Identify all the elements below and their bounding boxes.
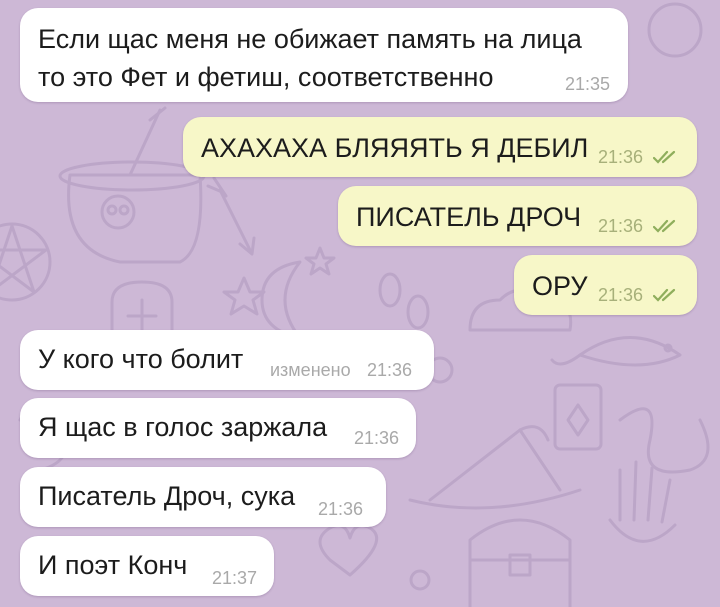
chat-view[interactable]: Если щас меня не обижает память на лица …	[0, 0, 720, 607]
message-bubble-outgoing[interactable]: ПИСАТЕЛЬ ДРОЧ 21:36	[338, 186, 697, 246]
message-text-line-1: Если щас меня не обижает память на лица	[38, 24, 582, 54]
message-bubble-incoming[interactable]: Я щас в голос заржала 21:36	[20, 398, 416, 458]
message-text: ПИСАТЕЛЬ ДРОЧ	[356, 202, 582, 232]
message-bubble-incoming[interactable]: И поэт Конч 21:37	[20, 536, 274, 596]
edited-label: изменено	[270, 360, 351, 380]
message-bubble-outgoing[interactable]: АХАХАХА БЛЯЯЯТЬ Я ДЕБИЛ 21:36	[183, 117, 697, 177]
message-text: И поэт Конч	[38, 550, 188, 580]
message-text-line-2: то это Фет и фетиш, соответственно	[38, 62, 494, 92]
message-text: У кого что болит	[38, 344, 244, 374]
message-time: 21:36	[598, 216, 644, 236]
message-time: 21:36	[318, 499, 364, 519]
message-time: 21:36	[367, 360, 413, 380]
message-bubble-incoming[interactable]: Писатель Дроч, сука 21:36	[20, 467, 386, 527]
message-text: Писатель Дроч, сука	[38, 481, 296, 511]
double-check-read-icon	[653, 150, 676, 164]
message-time: 21:36	[598, 285, 644, 305]
message-text: ОРУ	[532, 271, 588, 301]
message-time: 21:37	[212, 568, 258, 588]
message-time: 21:36	[354, 428, 400, 448]
message-bubble-outgoing[interactable]: ОРУ 21:36	[514, 255, 697, 315]
double-check-read-icon	[653, 219, 676, 233]
double-check-read-icon	[653, 288, 676, 302]
message-text: Я щас в голос заржала	[38, 412, 328, 442]
message-bubble-incoming[interactable]: Если щас меня не обижает память на лица …	[20, 8, 628, 102]
message-bubble-incoming[interactable]: У кого что болит изменено 21:36	[20, 330, 434, 390]
message-text: АХАХАХА БЛЯЯЯТЬ Я ДЕБИЛ	[201, 133, 589, 163]
message-time: 21:35	[565, 74, 611, 94]
message-time: 21:36	[598, 147, 644, 167]
